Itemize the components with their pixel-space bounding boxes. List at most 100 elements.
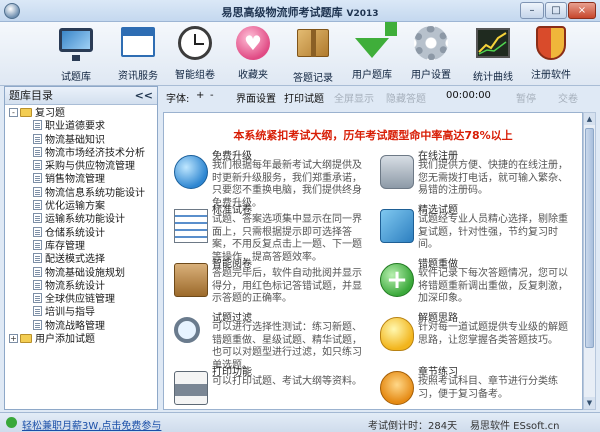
tree-item[interactable]: 物流战略管理 [9,319,157,333]
tree-root-label: 复习题 [35,108,65,119]
document-icon [33,120,42,131]
maximize-button[interactable]: □ [545,2,567,19]
content-scrollbar[interactable]: ▲ ▼ [583,112,596,410]
feature-card: + 错题重做 软件记录下每次答题情况，您可以将错题重新调出重做，反复刺激，加深印象。 [378,255,576,309]
promo-link[interactable]: 轻松兼职月薪3W,点击免费参与 [22,417,161,432]
tree-item[interactable]: 库存管理 [9,239,157,253]
feature-card: 打印功能 可以打印试题、考试大纲等资料。 [172,363,370,409]
document-icon [33,239,42,250]
collapse-toggle-icon[interactable]: - [9,108,18,117]
app-title: 易思高级物流师考试题库 [221,6,343,19]
shield-icon [532,26,570,62]
close-button[interactable]: × [568,2,596,19]
database-icon [380,155,414,189]
tree-item-label: 全球供应链管理 [45,294,115,306]
scroll-thumb[interactable] [585,128,594,348]
tree-item-label: 物流基础设施规划 [45,267,125,279]
toolbar-news-button[interactable]: 资讯服务 [109,24,167,82]
tree-icon [380,371,414,405]
tree-item[interactable]: 优化运输方案 [9,200,157,213]
tree-item[interactable]: 物流系统设计 [9,279,157,293]
collapse-panel-button[interactable]: << [135,87,153,104]
tree-item[interactable]: 全球供应链管理 [9,293,157,306]
expand-toggle-icon[interactable]: + [9,334,18,344]
toolbar-label: 试题库 [61,72,91,83]
tree-root-label: 用户添加试题 [35,334,95,346]
tree-root-user-questions[interactable]: + 用户添加试题 [9,333,157,346]
tree-item[interactable]: 物流市场经济技术分析 [9,146,157,160]
tree-item-label: 职业道德要求 [45,121,105,133]
catalog-title: 题库目录 [9,89,53,102]
scroll-up-icon[interactable]: ▲ [584,113,595,125]
fullscreen-button[interactable]: 全屏显示 [334,90,374,105]
tree-item-label: 采购与供应物流管理 [45,161,135,173]
catalog-panel: 题库目录 << - 复习题 职业道德要求 物流基础知识 物流市场经济技术分析 采购与供应… [4,86,158,410]
printer-icon [174,371,208,405]
tree-item-label: 库存管理 [45,240,85,252]
plus-icon: + [380,263,414,297]
document-icon [33,186,42,197]
hide-answer-button[interactable]: 隐藏答题 [386,90,426,105]
tree-item[interactable]: 职业道德要求 [9,120,157,133]
feature-card: 试题过滤 可以进行选择性测试：练习新题、错题重做、星级试题、精华试题，也可以对题型… [172,309,370,371]
toolbar-label: 答题记录 [293,73,333,84]
download-arrow-icon [353,22,397,62]
font-increase-button[interactable]: + [196,90,204,101]
tree-root-review[interactable]: - 复习题 [9,107,157,120]
tree-item[interactable]: 培训与指导 [9,306,157,319]
feature-card: 智能阅卷 答题完毕后，软件自动批阅并显示得分，用红色标记答错试题，并显示答题的正确… [172,255,370,309]
toolbar-label: 收藏夹 [238,70,268,81]
feature-description: 软件记录下每次答题情况，您可以将错题重新调出重做，反复刺激，加深印象。 [418,268,568,304]
toolbar-stats-chart-button[interactable]: 统计曲线 [464,24,522,83]
line-chart-icon [474,28,512,64]
feature-description: 试题经专业人员精心选择，剔除重复试题，针对性强，节约复习时间。 [418,214,568,250]
title-bar: 易思高级物流师考试题库 V2013 – □ × [0,0,600,22]
exam-timer: 00:00:00 [446,90,491,101]
toolbar-label: 用户题库 [352,70,392,81]
toolbar-answer-records-button[interactable]: 答题记录 [284,24,342,84]
toolbar-label: 资讯服务 [118,71,158,82]
catalog-tree: - 复习题 职业道德要求 物流基础知识 物流市场经济技术分析 采购与供应物流管理 销售物流… [5,105,157,346]
document-icon [33,133,42,144]
tree-item[interactable]: 运输系统功能设计 [9,213,157,226]
toolbar-label: 注册软件 [531,70,571,81]
pause-button[interactable]: 暂停 [516,90,536,105]
toolbar-user-bank-button[interactable]: 用户题库 [343,22,401,82]
tree-item-label: 培训与指导 [45,307,95,319]
feature-description: 针对每一道试题提供专业级的解题思路，让您掌握各类答题技巧。 [418,322,568,346]
tree-item-label: 运输系统功能设计 [45,214,125,226]
tree-item[interactable]: 采购与供应物流管理 [9,160,157,173]
tree-item[interactable]: 物流基础知识 [9,133,157,147]
font-decrease-button[interactable]: - [210,90,214,101]
interface-settings-button[interactable]: 界面设置 [236,90,276,105]
bulb-icon [380,317,414,351]
globe-icon [174,155,208,189]
submit-button[interactable]: 交卷 [558,90,578,105]
tree-item[interactable]: 配送模式选择 [9,253,157,266]
tree-item[interactable]: 物流信息系统功能设计 [9,186,157,200]
toolbar-user-settings-button[interactable]: 用户设置 [402,24,460,82]
tree-item[interactable]: 销售物流管理 [9,173,157,186]
feature-description: 答题完毕后，软件自动批阅并显示得分，用红色标记答错试题，并显示答题的正确率。 [212,268,362,304]
toolbar-register-button[interactable]: 注册软件 [522,24,580,82]
tree-item[interactable]: 物流基础设施规划 [9,266,157,280]
toolbar-question-bank-button[interactable]: 试题库 [47,24,105,83]
tree-item-label: 优化运输方案 [45,201,105,213]
feature-card: 在线注册 我们提供方便、快捷的在线注册，您无需拨打电话，就可输入繁杂、易错的注册码… [378,147,576,201]
print-questions-button[interactable]: 打印试题 [284,90,324,105]
content-toolbar: 字体: + - 界面设置 打印试题 全屏显示 隐藏答题 00:00:00 暂停 … [160,86,600,108]
scroll-down-icon[interactable]: ▼ [584,397,595,409]
feature-description: 按照考试科目、章节进行分类练习，便于复习备考。 [418,376,558,400]
tree-item[interactable]: 仓储系统设计 [9,226,157,240]
exam-countdown: 考试倒计时：284天 [368,421,458,432]
document-icon [33,266,42,277]
status-bar: 轻松兼职月薪3W,点击免费参与 考试倒计时：284天 易思软件 ESsoft.c… [0,412,600,432]
minimize-button[interactable]: – [520,2,544,19]
tree-item-label: 配送模式选择 [45,254,105,266]
promo-icon [6,417,17,428]
tree-item-label: 物流信息系统功能设计 [45,187,145,199]
feature-card: 标准试卷 试题、答案选项集中显示在同一界面上，只需根据提示即可选择答案，不用反复点… [172,201,370,263]
toolbar-smart-paper-button[interactable]: 智能组卷 [166,24,224,82]
feature-card: 解题思路 针对每一道试题提供专业级的解题思路，让您掌握各类答题技巧。 [378,309,576,363]
toolbar-favorites-button[interactable]: ♥ 收藏夹 [224,24,282,82]
